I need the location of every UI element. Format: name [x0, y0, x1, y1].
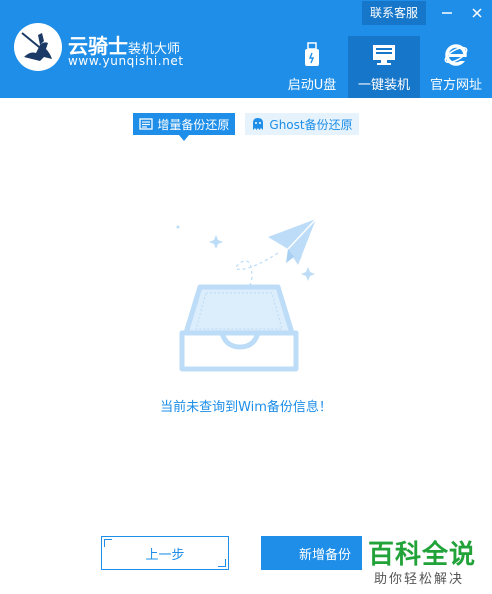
- ghost-icon: [251, 117, 265, 131]
- empty-state-message: 当前未查询到Wim备份信息！: [160, 400, 332, 415]
- new-backup-label: 新增备份: [298, 547, 351, 563]
- previous-step-label: 上一步: [145, 547, 185, 563]
- close-icon: [472, 8, 482, 18]
- nav-official-site-label: 官方网址: [429, 78, 482, 93]
- main-nav: 启动U盘 一键装机 官方网址: [276, 36, 492, 98]
- app-header: 云骑士装机大师 www.yunqishi.net 联系客服 启动U盘 一键装机: [0, 0, 492, 98]
- brand-url: www.yunqishi.net: [68, 54, 184, 68]
- corner-decoration: [218, 559, 226, 567]
- tab-ghost-backup-label: Ghost备份还原: [269, 117, 353, 132]
- doc-icon: [139, 118, 154, 130]
- close-button[interactable]: [462, 1, 492, 25]
- ie-browser-icon: [443, 42, 469, 68]
- tab-ghost-backup[interactable]: Ghost备份还原: [245, 113, 359, 135]
- tab-incremental-backup-label: 增量备份还原: [157, 117, 230, 132]
- monitor-icon: [371, 42, 397, 68]
- knight-logo-icon: [14, 23, 62, 71]
- contact-support-link[interactable]: 联系客服: [361, 1, 426, 25]
- nav-one-click-install[interactable]: 一键装机: [348, 36, 420, 98]
- watermark-overlay: 百科全说 助你轻松解决: [362, 532, 492, 594]
- nav-usb-boot-label: 启动U盘: [287, 78, 337, 93]
- nav-usb-boot[interactable]: 启动U盘: [276, 36, 348, 98]
- window-controls: 联系客服: [361, 0, 492, 26]
- nav-official-site[interactable]: 官方网址: [420, 36, 492, 98]
- minimize-button[interactable]: [432, 1, 462, 25]
- previous-step-button[interactable]: 上一步: [101, 536, 229, 570]
- tab-incremental-backup[interactable]: 增量备份还原: [133, 113, 236, 141]
- backup-tabs: 增量备份还原 Ghost备份还原: [0, 113, 492, 141]
- nav-one-click-install-label: 一键装机: [357, 78, 410, 93]
- watermark-title: 百科全说: [368, 540, 477, 570]
- empty-tray-illustration: [160, 205, 330, 375]
- usb-drive-icon: [299, 42, 325, 68]
- corner-decoration: [104, 539, 112, 547]
- watermark-subtitle: 助你轻松解决: [374, 572, 465, 587]
- minimize-icon: [442, 12, 452, 14]
